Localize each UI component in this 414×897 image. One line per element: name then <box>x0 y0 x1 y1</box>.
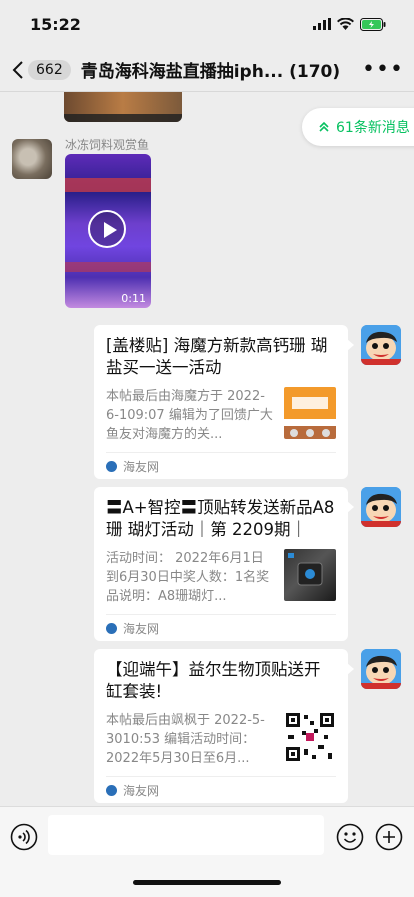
card-title: 【迎端午】益尔生物顶贴送开缸套装! <box>106 660 321 701</box>
link-card[interactable]: [盖楼贴] 海魔方新款高钙珊 瑚盐买一送一活动 本帖最后由海魔方于 2022-6… <box>94 325 354 479</box>
card-description: 本帖最后由海魔方于 2022-6-109:07 编辑为了回馈广大鱼友对海魔方的关… <box>106 389 273 442</box>
chat-area[interactable]: 冰冻饲料观赏鱼 0:11 61条新消息 [盖楼贴] 海魔方新款高钙珊 瑚盐买一送… <box>0 92 414 806</box>
avatar[interactable] <box>361 649 401 689</box>
video-duration: 0:11 <box>121 292 146 305</box>
cartoon-avatar-icon <box>361 487 401 527</box>
coral-light-image-icon <box>288 553 323 586</box>
video-message[interactable]: 0:11 <box>65 154 151 308</box>
new-messages-button[interactable]: 61条新消息 <box>302 108 414 146</box>
emoji-icon[interactable] <box>336 823 364 851</box>
previous-video-caption <box>64 114 182 122</box>
card-description: 本帖最后由飒枫于 2022-5-3010:53 编辑活动时间：2022年5月30… <box>106 713 265 766</box>
battery-icon <box>360 17 386 31</box>
cartoon-avatar-icon <box>361 325 401 365</box>
status-time: 15:22 <box>30 14 81 34</box>
avatar[interactable] <box>361 325 401 365</box>
wifi-icon <box>337 18 354 30</box>
more-button[interactable]: ••• <box>362 57 403 82</box>
home-indicator[interactable] <box>133 880 281 885</box>
bubble-tail <box>347 663 354 675</box>
card-title: [盖楼贴] 海魔方新款高钙珊 瑚盐买一送一活动 <box>106 336 328 377</box>
avatar[interactable] <box>12 139 52 179</box>
card-source: 海友网 <box>123 783 160 798</box>
cartoon-avatar-icon <box>361 649 401 689</box>
nav-bar: 662 青岛海科海盐直播抽iph... (170) ••• <box>0 48 414 92</box>
chat-title: 青岛海科海盐直播抽iph... (170) <box>80 62 341 82</box>
avatar[interactable] <box>361 487 401 527</box>
card-source: 海友网 <box>123 459 160 474</box>
status-bar: 15:22 <box>0 0 414 48</box>
signal-icon <box>313 18 331 30</box>
source-icon <box>106 622 117 634</box>
plus-icon[interactable] <box>375 823 403 851</box>
source-icon <box>106 460 117 472</box>
card-thumbnail <box>284 387 336 439</box>
video-frame-band <box>65 262 151 272</box>
card-thumbnail <box>284 711 336 763</box>
play-icon[interactable] <box>88 210 126 248</box>
sender-name: 冰冻饲料观赏鱼 <box>65 138 150 152</box>
message-input[interactable] <box>48 815 324 855</box>
card-title: 〓A+智控〓顶贴转发送新品A8珊 瑚灯活动｜第 2209期｜ <box>106 498 335 539</box>
back-button[interactable]: 662 <box>12 59 71 80</box>
card-thumbnail <box>284 549 336 601</box>
link-card[interactable]: 【迎端午】益尔生物顶贴送开缸套装! 本帖最后由飒枫于 2022-5-3010:5… <box>94 649 354 803</box>
unread-count: 662 <box>28 59 71 80</box>
chevron-left-icon <box>12 60 23 79</box>
new-messages-label: 61条新消息 <box>336 120 410 136</box>
link-card[interactable]: 〓A+智控〓顶贴转发送新品A8珊 瑚灯活动｜第 2209期｜ 活动时间： 202… <box>94 487 354 641</box>
promo-image-icon <box>290 397 330 437</box>
video-frame-band <box>65 178 151 192</box>
bubble-tail <box>347 339 354 351</box>
source-icon <box>106 784 117 796</box>
qr-code-icon <box>286 713 334 761</box>
card-source: 海友网 <box>123 621 160 636</box>
double-chevron-up-icon <box>319 121 329 132</box>
card-description: 活动时间： 2022年6月1日到6月30日中奖人数：1名奖品说明：A8珊瑚灯..… <box>106 551 270 604</box>
voice-icon[interactable] <box>10 823 38 851</box>
status-icons <box>313 17 386 31</box>
bubble-tail <box>347 501 354 513</box>
